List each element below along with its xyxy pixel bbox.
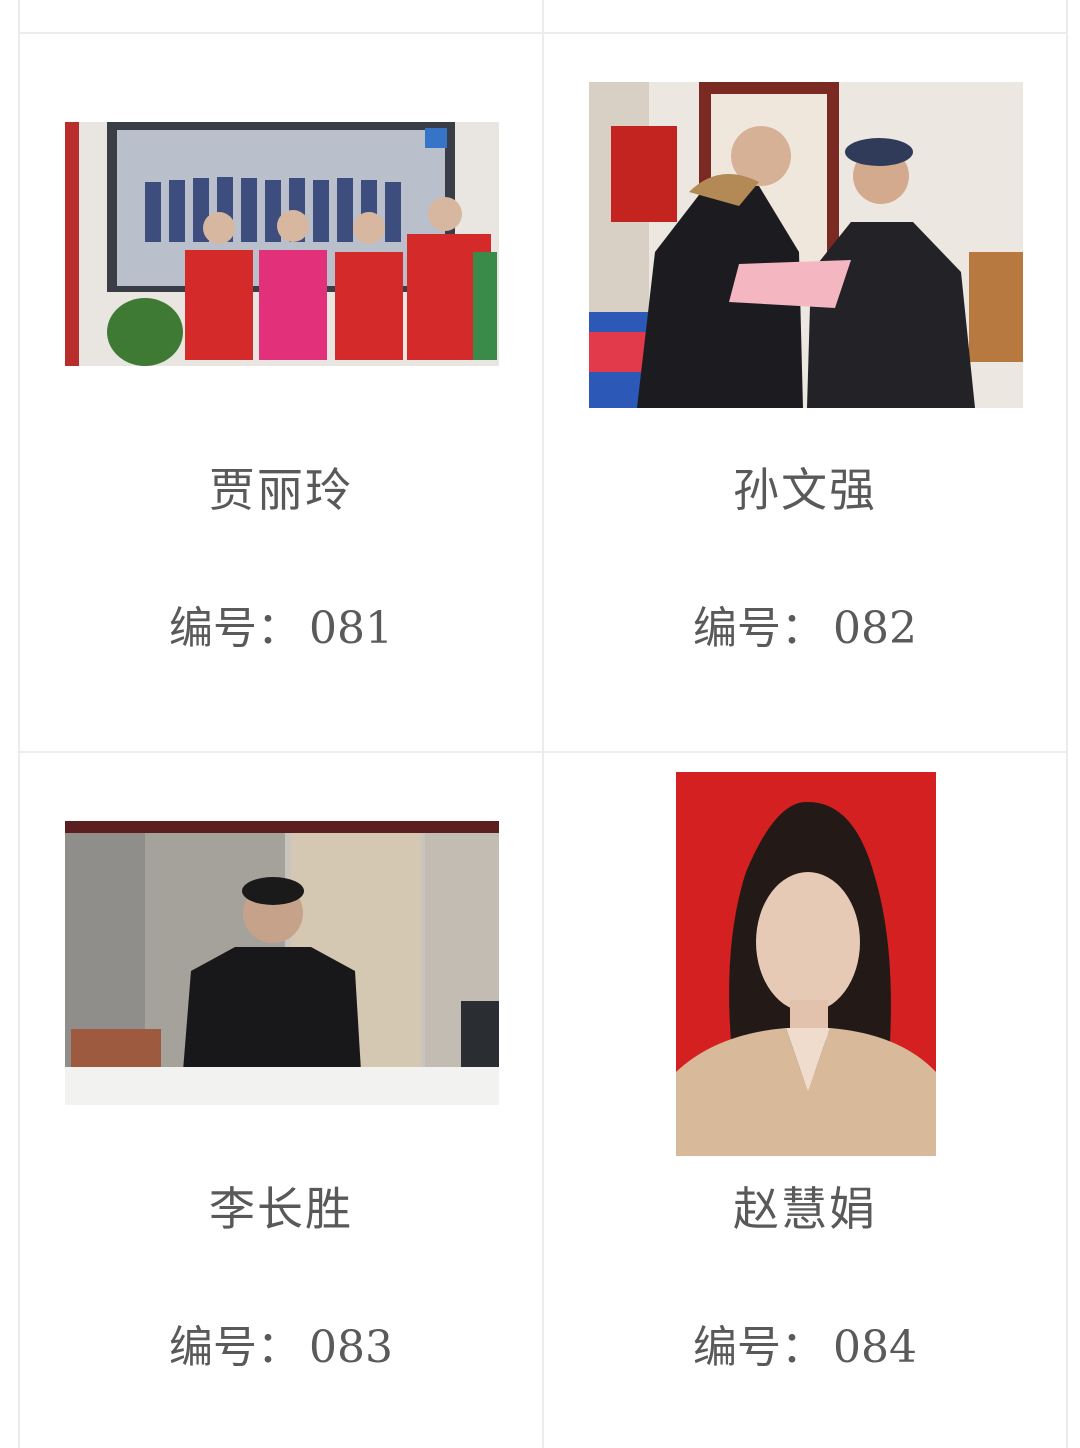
- number-value: 082: [833, 603, 917, 654]
- number-label: 编号：: [169, 1322, 301, 1373]
- number-label: 编号：: [693, 1322, 825, 1373]
- candidate-name: 赵慧娟: [733, 1182, 877, 1236]
- candidate-card[interactable]: 赵慧娟 编号： 084: [544, 753, 1066, 1448]
- candidate-card[interactable]: 孙文强 编号： 082: [544, 34, 1066, 751]
- number-value: 081: [309, 603, 393, 654]
- number-label: 编号：: [693, 603, 825, 654]
- candidate-card[interactable]: 贾丽玲 编号： 081: [20, 34, 542, 751]
- candidate-card[interactable]: 李长胜 编号： 083: [20, 753, 542, 1448]
- candidate-name: 李长胜: [209, 1182, 353, 1236]
- seated-man-photo: [65, 821, 499, 1105]
- candidate-name: 贾丽玲: [209, 463, 353, 517]
- portrait-woman-photo: [676, 772, 936, 1156]
- candidate-number: 编号： 081: [20, 592, 542, 656]
- number-value: 083: [309, 1322, 393, 1373]
- candidate-number: 编号： 084: [544, 1311, 1066, 1375]
- number-label: 编号：: [169, 603, 301, 654]
- candidate-number: 编号： 082: [544, 592, 1066, 656]
- visit-elderly-photo: [589, 82, 1023, 408]
- candidate-number: 编号： 083: [20, 1311, 542, 1375]
- group-volunteers-photo: [65, 122, 499, 366]
- number-value: 084: [833, 1322, 917, 1373]
- candidate-name: 孙文强: [733, 463, 877, 517]
- grid-border-right: [1066, 0, 1068, 1448]
